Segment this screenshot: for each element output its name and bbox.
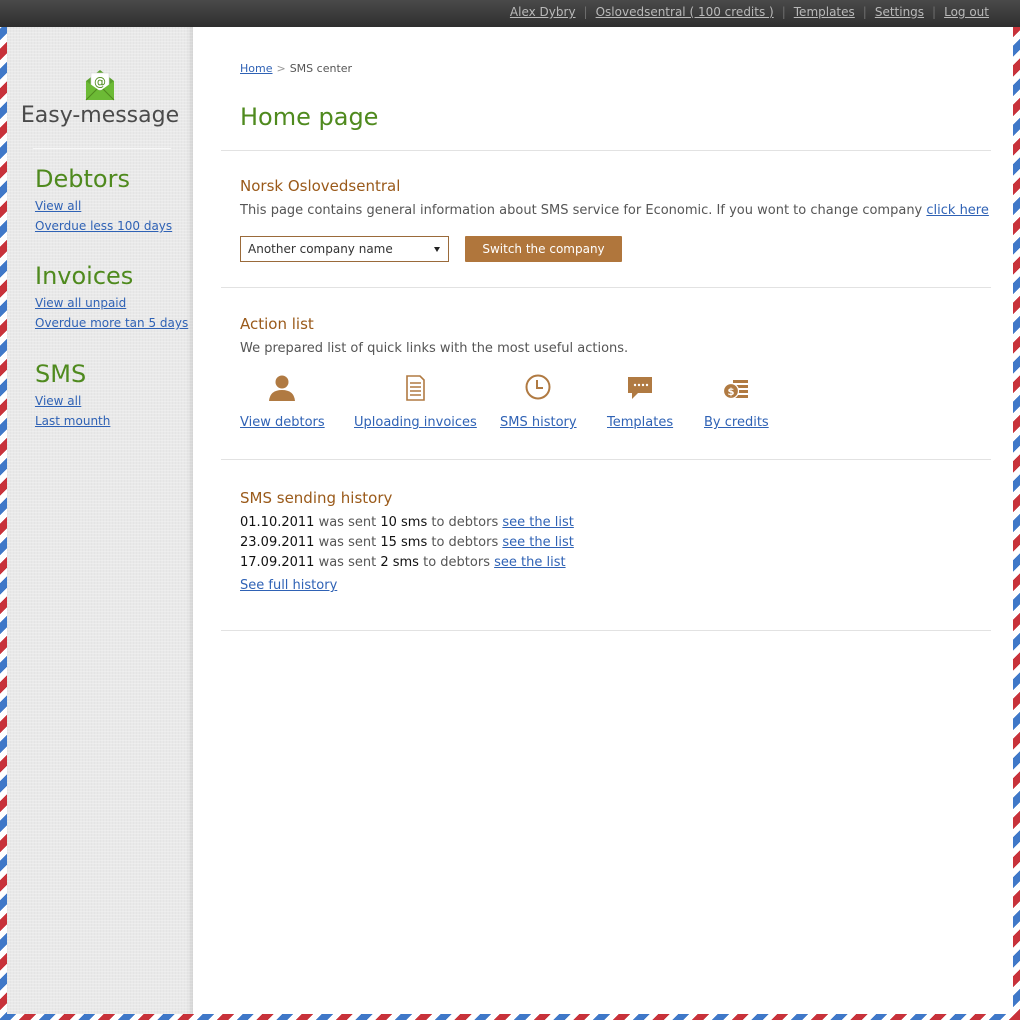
sidebar-section-title: Debtors <box>35 165 130 193</box>
coins-icon: $ <box>723 380 749 400</box>
divider <box>221 150 991 151</box>
divider <box>221 630 991 631</box>
speech-bubble-icon <box>628 377 653 399</box>
divider <box>221 287 991 288</box>
sidebar-section-sms: SMS View all Last mounth <box>35 360 110 434</box>
dropdown-caret-icon <box>434 247 440 252</box>
see-the-list-link[interactable]: see the list <box>502 535 573 550</box>
sidebar-link-view-all-debtors[interactable]: View all <box>35 199 172 213</box>
action-label: By credits <box>704 415 769 430</box>
svg-text:$: $ <box>728 387 735 398</box>
nav-separator: | <box>781 5 786 19</box>
envelope-at-icon: @ <box>85 70 115 101</box>
account-credits-link[interactable]: Oslovedsentral ( 100 credits ) <box>596 5 774 19</box>
templates-link[interactable]: Templates <box>794 5 855 19</box>
history-row: 17.09.2011 was sent 2 sms to debtors see… <box>240 555 566 570</box>
settings-link[interactable]: Settings <box>875 5 924 19</box>
see-the-list-link[interactable]: see the list <box>502 515 573 530</box>
action-uploading-invoices[interactable]: Uploading invoices <box>354 373 477 430</box>
action-label: View debtors <box>240 415 325 430</box>
history-title: SMS sending history <box>240 489 393 507</box>
action-by-credits[interactable]: $ By credits <box>704 373 769 430</box>
history-was-sent: was sent <box>318 535 377 550</box>
sidebar-link-view-all-sms[interactable]: View all <box>35 394 110 408</box>
action-templates[interactable]: Templates <box>607 373 673 430</box>
company-select[interactable]: Another company name <box>240 236 449 262</box>
history-count: 2 sms <box>380 555 419 570</box>
breadcrumb-separator: > <box>276 62 286 75</box>
svg-text:@: @ <box>94 75 106 89</box>
action-label: Uploading invoices <box>354 415 477 430</box>
breadcrumb: Home > SMS center <box>240 62 352 75</box>
page-title: Home page <box>240 103 379 131</box>
history-date: 23.09.2011 <box>240 535 315 550</box>
nav-separator: | <box>862 5 867 19</box>
see-the-list-link[interactable]: see the list <box>494 555 565 570</box>
sidebar-link-overdue-less-100[interactable]: Overdue less 100 days <box>35 219 172 233</box>
clock-icon <box>525 374 551 400</box>
divider <box>221 459 991 460</box>
breadcrumb-home-link[interactable]: Home <box>240 62 272 75</box>
company-title: Norsk Oslovedsentral <box>240 177 401 195</box>
company-description-text: This page contains general information a… <box>240 203 923 218</box>
top-bar: Alex Dybry | Oslovedsentral ( 100 credit… <box>0 0 1020 27</box>
switch-company-button[interactable]: Switch the company <box>465 236 622 262</box>
history-to: to debtors <box>431 535 499 550</box>
sidebar-section-debtors: Debtors View all Overdue less 100 days <box>35 165 172 239</box>
sidebar-section-title: Invoices <box>35 262 134 290</box>
history-row: 01.10.2011 was sent 10 sms to debtors se… <box>240 515 574 530</box>
sidebar-divider <box>33 148 171 149</box>
history-to: to debtors <box>423 555 490 570</box>
logout-link[interactable]: Log out <box>944 5 989 19</box>
sidebar-link-last-month[interactable]: Last mounth <box>35 414 110 428</box>
sidebar-link-view-all-unpaid[interactable]: View all unpaid <box>35 296 188 310</box>
breadcrumb-current: SMS center <box>289 62 353 75</box>
sidebar-section-title: SMS <box>35 360 87 388</box>
top-navigation: Alex Dybry | Oslovedsentral ( 100 credit… <box>510 5 989 19</box>
document-icon <box>406 375 426 401</box>
change-company-link[interactable]: click here <box>926 203 988 218</box>
logo-text: Easy-message <box>20 103 180 128</box>
action-view-debtors[interactable]: View debtors <box>240 373 325 430</box>
sidebar-link-overdue-more-5[interactable]: Overdue more tan 5 days <box>35 316 188 330</box>
history-date: 17.09.2011 <box>240 555 315 570</box>
action-list-description: We prepared list of quick links with the… <box>240 341 629 356</box>
sidebar-section-invoices: Invoices View all unpaid Overdue more ta… <box>35 262 188 336</box>
company-description: This page contains general information a… <box>240 203 989 218</box>
user-link[interactable]: Alex Dybry <box>510 5 576 19</box>
action-list-title: Action list <box>240 315 314 333</box>
action-label: SMS history <box>500 415 577 430</box>
history-date: 01.10.2011 <box>240 515 315 530</box>
company-select-value: Another company name <box>248 242 393 256</box>
history-was-sent: was sent <box>318 515 377 530</box>
history-row: 23.09.2011 was sent 15 sms to debtors se… <box>240 535 574 550</box>
history-count: 10 sms <box>380 515 428 530</box>
nav-separator: | <box>932 5 937 19</box>
history-count: 15 sms <box>380 535 428 550</box>
user-icon <box>269 375 296 401</box>
nav-separator: | <box>583 5 588 19</box>
action-label: Templates <box>607 415 674 430</box>
sidebar: @ Easy-message Debtors View all Overdue … <box>7 27 193 1014</box>
history-to: to debtors <box>431 515 499 530</box>
history-was-sent: was sent <box>318 555 377 570</box>
see-full-history-link[interactable]: See full history <box>240 578 337 593</box>
action-sms-history[interactable]: SMS history <box>500 373 577 430</box>
